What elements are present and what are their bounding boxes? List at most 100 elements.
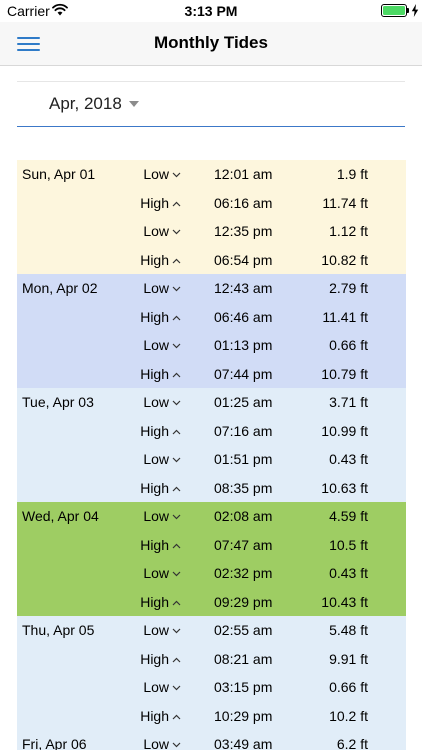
tide-time: 07:44 pm xyxy=(214,365,273,382)
chevron-down-icon xyxy=(172,628,181,634)
chevron-up-icon xyxy=(172,372,181,377)
tide-type-label: High xyxy=(140,251,169,268)
tide-height: 2.79 ft xyxy=(329,280,368,296)
chevron-down-icon xyxy=(172,286,181,292)
tide-time: 10:29 pm xyxy=(214,707,273,724)
tide-time: 01:13 pm xyxy=(214,337,273,353)
chevron-down-icon xyxy=(172,685,181,691)
tide-type: High xyxy=(140,309,181,325)
tide-height: 1.12 ft xyxy=(329,223,368,239)
tide-height: 0.43 ft xyxy=(329,565,368,581)
tide-height: 0.43 ft xyxy=(329,451,368,467)
tide-type: Low xyxy=(143,679,181,695)
tide-time: 09:29 pm xyxy=(214,593,273,610)
tide-type-label: Low xyxy=(143,508,169,524)
tide-height: 0.66 ft xyxy=(329,679,368,695)
tide-type-label: High xyxy=(140,593,169,610)
tide-height: 9.91 ft xyxy=(329,650,368,667)
tide-time: 08:21 am xyxy=(214,650,273,667)
tide-type-label: High xyxy=(140,194,169,211)
tide-type: Low xyxy=(143,337,181,353)
tide-type: High xyxy=(140,195,181,211)
tide-type: High xyxy=(140,594,181,610)
tide-height: 11.41 ft xyxy=(322,308,368,325)
chevron-down-icon xyxy=(172,571,181,577)
tide-height: 10.5 ft xyxy=(329,536,368,553)
tide-type: High xyxy=(140,708,181,724)
tide-time: 01:25 am xyxy=(214,394,273,410)
tide-row: Low 03:49 am 6.2 ft xyxy=(17,730,406,750)
tide-time: 02:08 am xyxy=(214,508,273,524)
tide-row: Low 12:43 am 2.79 ft xyxy=(17,274,406,303)
tide-type-label: Low xyxy=(143,451,169,467)
day-group: Sun, Apr 01 Low 12:01 am 1.9 ft High 06:16 am… xyxy=(17,160,406,274)
tide-type-label: Low xyxy=(143,679,169,695)
chevron-up-icon xyxy=(172,258,181,263)
tide-row: High 07:44 pm 10.79 ft xyxy=(17,360,406,389)
tide-row: Low 03:15 pm 0.66 ft xyxy=(17,673,406,702)
tide-type-label: Low xyxy=(143,622,169,638)
tide-time: 08:35 pm xyxy=(214,479,273,496)
tide-type-label: Low xyxy=(143,280,169,296)
tide-type: High xyxy=(140,651,181,667)
tide-type: Low xyxy=(143,280,181,296)
tide-height: 5.48 ft xyxy=(329,622,368,638)
tide-row: Low 12:01 am 1.9 ft xyxy=(17,160,406,189)
day-group: Tue, Apr 03 Low 01:25 am 3.71 ft High 07:16 a… xyxy=(17,388,406,502)
tide-height: 6.2 ft xyxy=(336,736,368,750)
tide-type: High xyxy=(140,537,181,553)
day-group: Wed, Apr 04 Low 02:08 am 4.59 ft High 07:47 a… xyxy=(17,502,406,616)
tide-row: High 07:47 am 10.5 ft xyxy=(17,531,406,560)
chevron-up-icon xyxy=(172,600,181,605)
tide-type-label: High xyxy=(140,650,169,667)
tide-row: Low 01:51 pm 0.43 ft xyxy=(17,445,406,474)
tide-row: Low 02:55 am 5.48 ft xyxy=(17,616,406,645)
chevron-down-icon xyxy=(172,343,181,349)
tide-row: Low 01:25 am 3.71 ft xyxy=(17,388,406,417)
tide-height: 4.59 ft xyxy=(329,508,368,524)
tide-type: Low xyxy=(143,736,181,750)
month-picker-value: Apr, 2018 xyxy=(49,94,122,113)
tide-height: 0.66 ft xyxy=(329,337,368,353)
tide-type: High xyxy=(140,252,181,268)
tide-type-label: Low xyxy=(143,337,169,353)
tide-type: Low xyxy=(143,451,181,467)
chevron-up-icon xyxy=(172,201,181,206)
tide-row: Low 02:32 pm 0.43 ft xyxy=(17,559,406,588)
tide-type: Low xyxy=(143,622,181,638)
tide-type: Low xyxy=(143,565,181,581)
tide-time: 12:01 am xyxy=(214,166,273,182)
tide-row: High 06:46 am 11.41 ft xyxy=(17,303,406,332)
tide-row: High 06:16 am 11.74 ft xyxy=(17,189,406,218)
month-picker[interactable]: Apr, 2018 xyxy=(17,81,405,127)
tide-type-label: Low xyxy=(143,223,169,239)
battery-tip xyxy=(407,8,409,13)
tide-type: Low xyxy=(143,508,181,524)
tide-height: 10.82 ft xyxy=(321,251,368,268)
chevron-down-icon xyxy=(172,742,181,748)
tide-row: Low 02:08 am 4.59 ft xyxy=(17,502,406,531)
tide-row: High 07:16 am 10.99 ft xyxy=(17,417,406,446)
tide-row: Low 12:35 pm 1.12 ft xyxy=(17,217,406,246)
tide-row: Low 01:13 pm 0.66 ft xyxy=(17,331,406,360)
tide-row: High 10:29 pm 10.2 ft xyxy=(17,702,406,731)
tide-row: High 08:21 am 9.91 ft xyxy=(17,645,406,674)
chevron-up-icon xyxy=(172,657,181,662)
tide-height: 10.43 ft xyxy=(321,593,368,610)
tide-height: 1.9 ft xyxy=(336,166,368,182)
charging-icon xyxy=(411,4,419,17)
chevron-up-icon xyxy=(172,429,181,434)
chevron-down-icon xyxy=(172,229,181,235)
chevron-down-icon xyxy=(172,172,181,178)
tide-type: Low xyxy=(143,394,181,410)
tide-type: Low xyxy=(143,223,181,239)
tide-type: High xyxy=(140,480,181,496)
chevron-down-icon xyxy=(172,457,181,463)
tide-time: 01:51 pm xyxy=(214,451,273,467)
status-bar: Carrier 3:13 PM xyxy=(0,0,422,22)
tide-time: 06:46 am xyxy=(214,308,273,325)
tide-type-label: High xyxy=(140,308,169,325)
tide-type-label: High xyxy=(140,479,169,496)
tide-type-label: Low xyxy=(143,166,169,182)
day-group: Mon, Apr 02 Low 12:43 am 2.79 ft High 06:46 a… xyxy=(17,274,406,388)
